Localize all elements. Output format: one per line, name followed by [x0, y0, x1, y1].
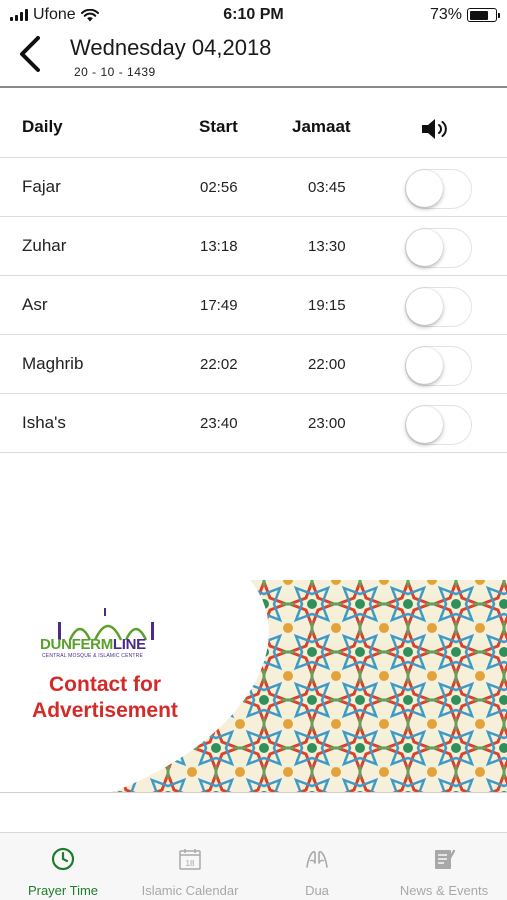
column-jamaat: Jamaat: [292, 117, 351, 136]
tab-label: Islamic Calendar: [141, 883, 239, 898]
prayer-row-fajar: Fajar 02:56 03:45: [0, 158, 507, 217]
tab-bar: Prayer Time 18 Islamic Calendar Dua News…: [0, 832, 507, 900]
tab-label: Prayer Time: [27, 883, 99, 898]
hijri-date: 20 - 10 - 1439: [74, 65, 156, 79]
logo-name-purple: LINE: [112, 636, 146, 653]
start-time: 02:56: [200, 179, 238, 196]
prayer-name: Fajar: [22, 177, 61, 196]
battery-percent: 73%: [429, 6, 462, 23]
ad-headline-line2: Advertisement: [32, 699, 178, 722]
prayer-row-asr: Asr 17:49 19:15: [0, 276, 507, 335]
tab-islamic-calendar[interactable]: 18 Islamic Calendar: [127, 833, 253, 900]
prayer-row-isha: Isha's 23:40 23:00: [0, 394, 507, 453]
chevron-left-icon: [20, 36, 40, 72]
toggle-knob: [406, 229, 443, 266]
tab-news-events[interactable]: News & Events: [381, 833, 507, 900]
jamaat-time: 19:15: [308, 297, 346, 314]
advertisement-banner[interactable]: DUNFERMLINE CENTRAL MOSQUE & ISLAMIC CEN…: [0, 580, 507, 793]
tab-label: News & Events: [399, 883, 489, 898]
alert-toggle[interactable]: [405, 287, 472, 327]
alert-toggle[interactable]: [405, 405, 472, 445]
prayer-table-header: Daily Start Jamaat: [0, 90, 507, 158]
alert-toggle[interactable]: [405, 169, 472, 209]
start-time: 23:40: [200, 415, 238, 432]
column-start: Start: [199, 117, 238, 136]
prayer-name: Maghrib: [22, 354, 84, 373]
jamaat-time: 13:30: [308, 238, 346, 255]
prayer-name: Isha's: [22, 413, 66, 432]
prayer-row-maghrib: Maghrib 22:02 22:00: [0, 335, 507, 394]
battery-fill: [469, 10, 488, 20]
clock-icon: [51, 847, 75, 871]
calendar-icon: 18: [179, 849, 201, 870]
praying-hands-icon: [306, 850, 328, 868]
tab-label: Dua: [305, 883, 329, 898]
start-time: 17:49: [200, 297, 238, 314]
ad-headline: Contact for Advertisement: [20, 672, 190, 724]
back-button[interactable]: [14, 34, 48, 74]
tab-prayer-time[interactable]: Prayer Time: [0, 833, 126, 900]
column-daily: Daily: [22, 117, 63, 136]
jamaat-time: 03:45: [308, 179, 346, 196]
speaker-icon: [420, 116, 452, 147]
alert-toggle[interactable]: [405, 346, 472, 386]
page-title: Wednesday 04,2018: [70, 35, 272, 60]
news-icon: [435, 849, 456, 869]
prayer-name: Zuhar: [22, 236, 67, 255]
logo-name-green: DUNFERM: [40, 636, 113, 653]
header: Wednesday 04,2018 20 - 10 - 1439: [0, 30, 507, 88]
prayer-row-zuhar: Zuhar 13:18 13:30: [0, 217, 507, 276]
toggle-knob: [406, 170, 443, 207]
ad-headline-line1: Contact for: [49, 673, 161, 696]
toggle-knob: [406, 288, 443, 325]
status-right: 73%: [429, 6, 500, 24]
jamaat-time: 22:00: [308, 356, 346, 373]
start-time: 22:02: [200, 356, 238, 373]
start-time: 13:18: [200, 238, 238, 255]
prayer-name: Asr: [22, 295, 48, 314]
toggle-knob: [406, 406, 443, 443]
calendar-day: 18: [186, 859, 195, 868]
status-bar: Ufone 6:10 PM 73%: [0, 0, 507, 30]
jamaat-time: 23:00: [308, 415, 346, 432]
toggle-knob: [406, 347, 443, 384]
tab-dua[interactable]: Dua: [254, 833, 380, 900]
battery-icon: [467, 8, 500, 22]
logo-name: DUNFERMLINE: [40, 636, 146, 653]
alert-toggle[interactable]: [405, 228, 472, 268]
logo-subtitle: CENTRAL MOSQUE & ISLAMIC CENTRE: [42, 653, 144, 659]
